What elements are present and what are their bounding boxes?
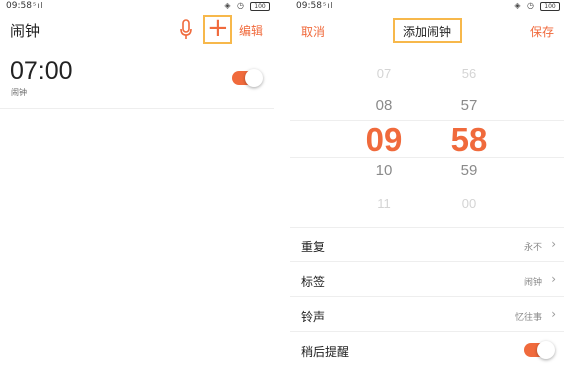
row-label: 重复 bbox=[301, 240, 326, 254]
picker-selection-line bbox=[290, 157, 564, 158]
hour-option[interactable]: 08 bbox=[362, 97, 406, 114]
row-label: 标签 bbox=[301, 275, 326, 289]
row-value: 永不 bbox=[523, 243, 542, 253]
settings-row-snooze[interactable]: 稍后提醒 bbox=[290, 333, 564, 367]
snooze-toggle[interactable] bbox=[524, 341, 555, 359]
settings-row-label[interactable]: 标签 闹钟 › bbox=[290, 263, 564, 297]
alarm-toggle[interactable] bbox=[232, 69, 263, 87]
chevron-right-icon: › bbox=[551, 272, 556, 286]
status-bar: 09:58 ⁵ıl ◈ ◷ 100 bbox=[0, 0, 274, 14]
add-alarm-screen: 09:58 ⁵ıl ◈ ◷ 100 取消 添加闹钟 保存 07 08 09 10… bbox=[290, 0, 564, 386]
chevron-right-icon: › bbox=[551, 307, 556, 321]
row-label: 稍后提醒 bbox=[301, 345, 350, 359]
page-title: 添加闹钟 bbox=[403, 25, 452, 39]
battery-icon: 100 bbox=[540, 2, 560, 11]
screen-gap bbox=[274, 0, 290, 386]
chevron-right-icon: › bbox=[551, 237, 556, 251]
page-title-highlight: 添加闹钟 bbox=[393, 18, 462, 43]
battery-icon: 100 bbox=[250, 2, 270, 11]
status-icons: ◈ ◷ bbox=[224, 1, 246, 10]
settings-row-repeat[interactable]: 重复 永不 › bbox=[290, 228, 564, 262]
settings-row-ringtone[interactable]: 铃声 忆往事 › bbox=[290, 298, 564, 332]
row-label: 铃声 bbox=[301, 310, 326, 324]
toggle-knob bbox=[537, 341, 555, 359]
signal-icon: ⁵ıl bbox=[33, 1, 44, 10]
hour-option[interactable]: 11 bbox=[362, 196, 406, 211]
alarm-label: 闹钟 bbox=[11, 88, 27, 97]
alarm-list-screen: 09:58 ⁵ıl ◈ ◷ 100 闹钟 + 编辑 07:00 闹钟 bbox=[0, 0, 274, 386]
page-title: 闹钟 bbox=[10, 22, 41, 40]
status-bar: 09:58 ⁵ıl ◈ ◷ 100 bbox=[290, 0, 564, 14]
row-value: 闹钟 bbox=[523, 278, 542, 288]
microphone-icon[interactable] bbox=[179, 19, 193, 41]
minute-option[interactable]: 59 bbox=[447, 162, 491, 179]
hour-option[interactable]: 10 bbox=[362, 162, 406, 179]
hour-option[interactable]: 07 bbox=[362, 66, 406, 81]
minute-option[interactable]: 57 bbox=[447, 97, 491, 114]
status-time: 09:58 bbox=[296, 1, 322, 11]
row-value: 忆往事 bbox=[514, 313, 542, 323]
alarm-time: 07:00 bbox=[10, 57, 73, 85]
minute-option[interactable]: 00 bbox=[447, 196, 491, 211]
cancel-button[interactable]: 取消 bbox=[301, 23, 325, 40]
minute-option[interactable]: 56 bbox=[447, 66, 491, 81]
selected-minute[interactable]: 58 bbox=[447, 121, 491, 159]
save-button[interactable]: 保存 bbox=[530, 23, 554, 40]
selected-hour[interactable]: 09 bbox=[362, 121, 406, 159]
status-time: 09:58 bbox=[6, 1, 32, 11]
signal-icon: ⁵ıl bbox=[323, 1, 334, 10]
toggle-knob bbox=[245, 69, 263, 87]
status-icons: ◈ ◷ bbox=[514, 1, 536, 10]
picker-selection-line bbox=[290, 120, 564, 121]
divider bbox=[0, 108, 274, 109]
plus-icon: + bbox=[207, 13, 229, 43]
add-alarm-button[interactable]: + bbox=[203, 13, 232, 44]
edit-button[interactable]: 编辑 bbox=[239, 22, 263, 39]
